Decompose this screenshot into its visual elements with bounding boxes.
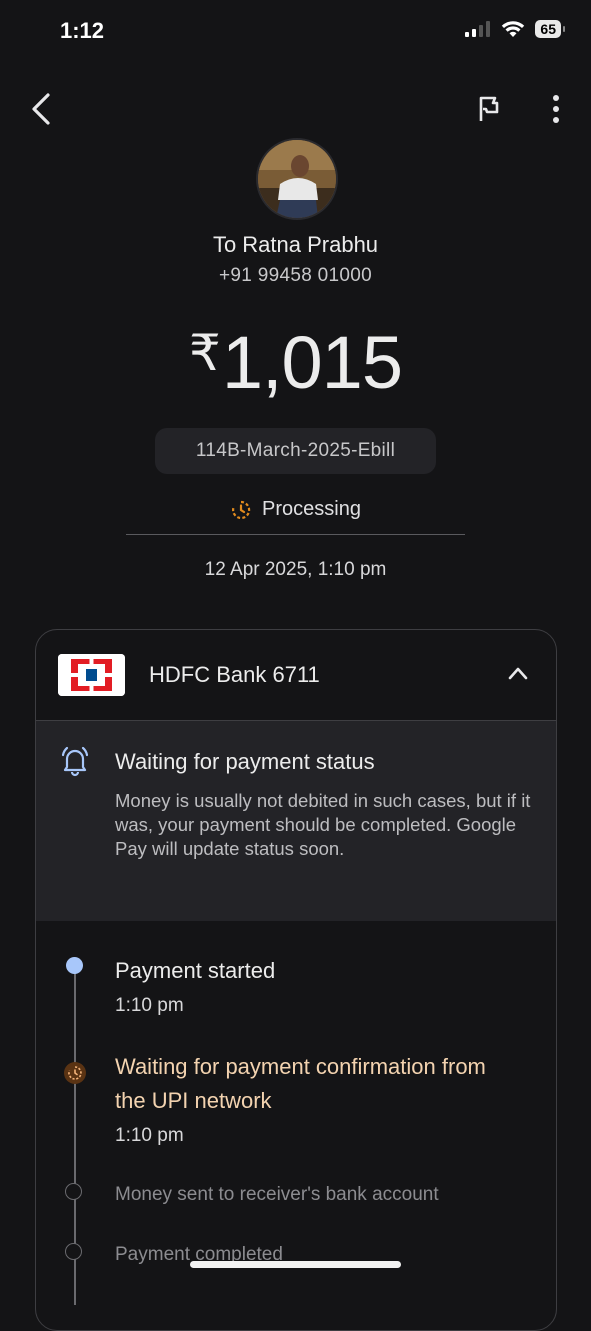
step-sent-title: Money sent to receiver's bank account: [115, 1184, 439, 1205]
battery-indicator: 65: [535, 20, 565, 38]
flag-icon[interactable]: [476, 95, 502, 123]
payment-status: Processing: [0, 498, 591, 521]
currency-symbol: ₹: [189, 325, 221, 381]
step-confirmation-time: 1:10 pm: [115, 1125, 184, 1146]
hdfc-bank-logo: [58, 654, 125, 696]
timeline-dot-sent: [65, 1183, 82, 1200]
back-arrow-icon[interactable]: [28, 92, 58, 126]
timeline-dot-confirmation: [64, 1062, 86, 1084]
timeline-dot-started: [66, 957, 83, 974]
home-indicator[interactable]: [190, 1261, 401, 1268]
payment-amount: ₹1,015: [0, 320, 591, 405]
notice-body: Money is usually not debited in such cas…: [115, 790, 531, 859]
payment-details-card: HDFC Bank 6711 Waiting for payment statu…: [35, 629, 557, 1331]
recipient-phone: +91 99458 01000: [219, 265, 372, 286]
cellular-signal-icon: [465, 21, 491, 37]
divider: [126, 534, 465, 535]
bank-account-row[interactable]: HDFC Bank 6711: [36, 630, 556, 721]
wifi-icon: [502, 21, 525, 37]
amount-value: 1,015: [221, 321, 403, 404]
bell-icon: [61, 746, 89, 777]
processing-clock-icon: [68, 1066, 82, 1080]
status-bar-indicators: 65: [465, 20, 565, 38]
notice-title: Waiting for payment status: [115, 749, 375, 774]
recipient-name: To Ratna Prabhu: [212, 232, 379, 257]
step-started-time: 1:10 pm: [115, 995, 184, 1016]
timeline-dot-completed: [65, 1243, 82, 1260]
status-bar-time: 1:12: [60, 18, 105, 43]
payment-note: 114B-March-2025-Ebill: [155, 428, 436, 474]
recipient-avatar: [256, 138, 338, 220]
step-confirmation-title: Waiting for payment confirmation from th…: [115, 1054, 486, 1113]
payment-status-notice: Waiting for payment status Money is usua…: [36, 721, 556, 921]
step-started-title: Payment started: [115, 958, 276, 983]
more-vert-icon[interactable]: [545, 94, 567, 124]
bank-account-name: HDFC Bank 6711: [149, 662, 320, 687]
payment-status-label: Processing: [262, 498, 361, 520]
payment-datetime: 12 Apr 2025, 1:10 pm: [204, 559, 387, 580]
processing-clock-icon: [232, 500, 251, 519]
chevron-up-icon[interactable]: [508, 666, 528, 680]
